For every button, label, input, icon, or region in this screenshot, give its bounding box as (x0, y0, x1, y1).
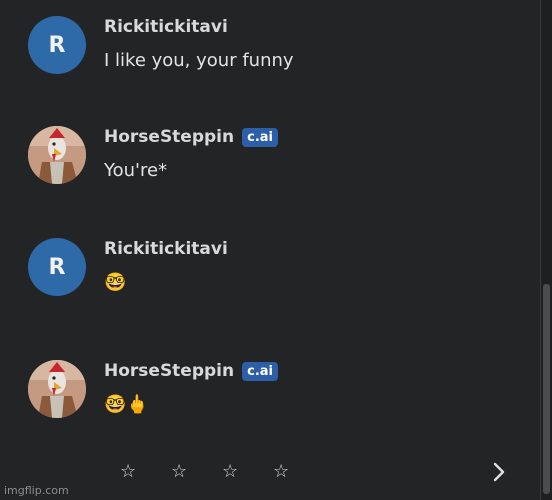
user-avatar[interactable]: R (28, 238, 86, 296)
scrollbar[interactable] (540, 0, 552, 500)
watermark: imgflip.com (4, 484, 69, 497)
user-avatar[interactable]: R (28, 16, 86, 74)
message-header: Rickitickitavi (104, 17, 228, 37)
chevron-right-icon[interactable] (490, 461, 508, 483)
rating-star-4[interactable]: ☆ (273, 461, 289, 482)
bot-avatar[interactable] (28, 360, 86, 418)
sender-name[interactable]: Rickitickitavi (104, 239, 228, 259)
ai-badge: c.ai (242, 127, 278, 147)
bot-avatar[interactable] (28, 126, 86, 184)
sender-name[interactable]: HorseSteppin (104, 361, 234, 381)
message-text: 🤓 (104, 272, 127, 293)
rating-star-3[interactable]: ☆ (222, 461, 238, 482)
rating-star-2[interactable]: ☆ (171, 461, 187, 482)
character-portrait-icon (28, 360, 86, 418)
chat-thread: R Rickitickitavi I like you, your funny … (0, 0, 540, 500)
message-header: HorseSteppin c.ai (104, 127, 278, 147)
message-header: Rickitickitavi (104, 239, 228, 259)
rating-bar: ☆ ☆ ☆ ☆ (0, 452, 540, 494)
message-text: I like you, your funny (104, 50, 294, 71)
sender-name[interactable]: HorseSteppin (104, 127, 234, 147)
message-text: You're* (104, 160, 168, 181)
scrollbar-thumb[interactable] (543, 284, 550, 494)
rating-star-1[interactable]: ☆ (120, 461, 136, 482)
character-portrait-icon (28, 126, 86, 184)
message-header: HorseSteppin c.ai (104, 361, 278, 381)
ai-badge: c.ai (242, 361, 278, 381)
sender-name[interactable]: Rickitickitavi (104, 17, 228, 37)
message-text: 🤓🖕 (104, 394, 149, 415)
scrollbar-divider (540, 0, 541, 500)
